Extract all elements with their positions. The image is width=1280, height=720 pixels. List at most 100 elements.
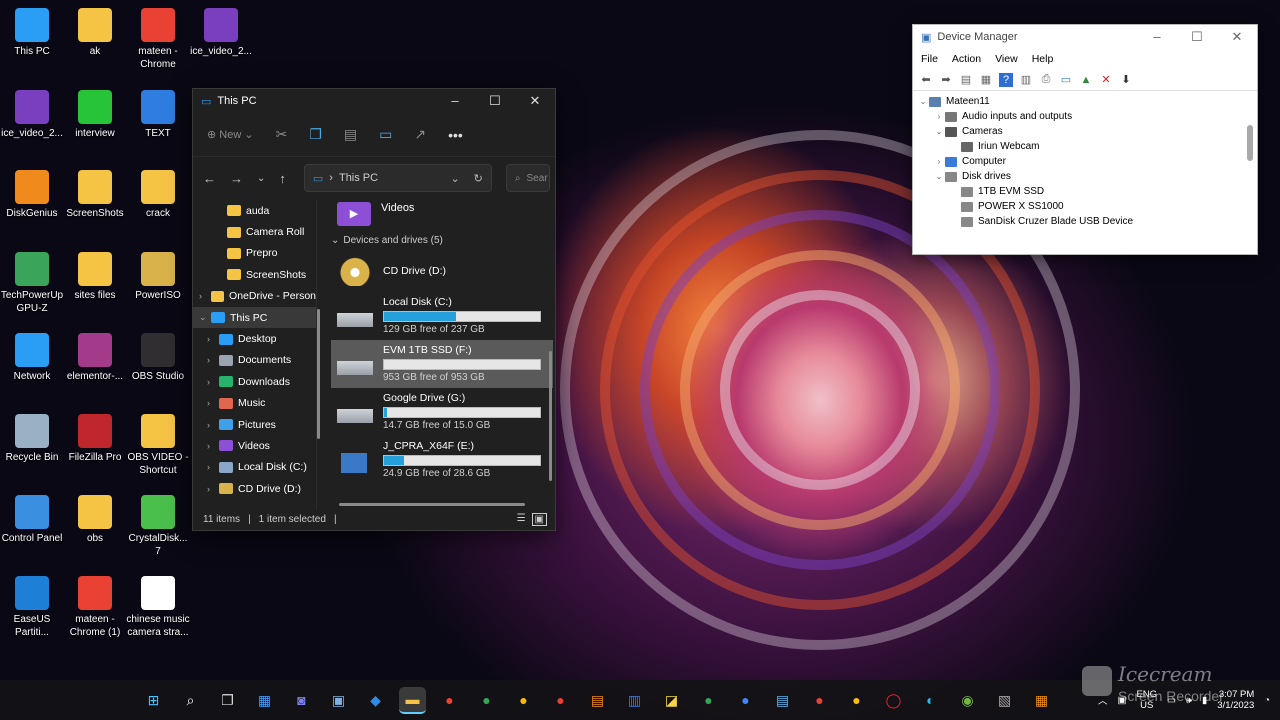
details-view-icon[interactable]: ☰ xyxy=(517,513,526,526)
nav-item[interactable]: › OneDrive - Person xyxy=(193,286,316,307)
file-explorer-window[interactable]: ▭ This PC – ☐ ✕ ⊕ New ⌄ ✂ ❐ ▤ ▭ ↗ ••• ← … xyxy=(192,88,556,531)
chrome-icon[interactable]: ● xyxy=(806,687,833,714)
address-bar[interactable]: ▭ › This PC ⌄ ↻ xyxy=(303,164,492,192)
device-manager-titlebar[interactable]: ▣ Device Manager – ☐ ✕ xyxy=(913,25,1257,49)
chevron-up-icon[interactable]: ︿ xyxy=(1098,693,1108,707)
recorder-icon[interactable]: ▣ xyxy=(1117,695,1126,706)
expand-toggle-icon[interactable]: ⌄ xyxy=(933,172,945,181)
forward-icon[interactable]: → xyxy=(230,171,243,186)
app-icon[interactable]: ▧ xyxy=(991,687,1018,714)
search-input[interactable]: ⌕ Sear xyxy=(505,164,550,192)
horizontal-scrollbar[interactable] xyxy=(339,503,525,506)
maximize-button[interactable]: ☐ xyxy=(1177,29,1217,45)
chrome-icon[interactable]: ● xyxy=(436,687,463,714)
back-icon[interactable]: ⬅ xyxy=(919,73,933,87)
desktop-icon[interactable]: mateen - Chrome (1) xyxy=(63,576,127,639)
nav-item[interactable]: › Downloads xyxy=(193,371,316,392)
device-tree-item[interactable]: 1TB EVM SSD xyxy=(913,184,1257,199)
desktop-icon[interactable]: ScreenShots xyxy=(63,170,127,220)
file-explorer-icon[interactable]: ▬ xyxy=(399,686,426,714)
desktop-icon[interactable]: crack xyxy=(126,170,190,220)
nav-item[interactable]: Camera Roll xyxy=(193,221,316,242)
expand-toggle-icon[interactable]: › xyxy=(933,112,945,121)
chevron-down-icon[interactable]: ⌄ xyxy=(450,172,459,185)
expand-toggle-icon[interactable]: › xyxy=(933,157,945,166)
chrome-icon[interactable]: ● xyxy=(843,687,870,714)
chevron-icon[interactable]: › xyxy=(207,377,219,387)
paste-icon[interactable]: ▤ xyxy=(344,126,357,143)
nav-item[interactable]: › Pictures xyxy=(193,414,316,435)
chevron-icon[interactable]: › xyxy=(207,398,219,408)
menu-item[interactable]: Help xyxy=(1032,53,1054,65)
device-tree-scrollbar[interactable] xyxy=(1247,107,1254,247)
navpane-scrollbar[interactable] xyxy=(317,309,320,439)
widgets-icon[interactable]: ▦ xyxy=(251,687,278,714)
desktop-icon[interactable]: This PC xyxy=(0,8,64,58)
notification-icon[interactable]: ◔ xyxy=(1264,695,1270,706)
app-icon[interactable]: ▤ xyxy=(584,687,611,714)
desktop-icon[interactable]: interview xyxy=(63,90,127,140)
volume-icon[interactable]: 🕪 xyxy=(1186,695,1192,706)
desktop-icon[interactable]: CrystalDisk... 7 xyxy=(126,495,190,558)
uninstall-icon[interactable]: ✕ xyxy=(1099,73,1113,87)
back-icon[interactable]: ← xyxy=(203,171,216,186)
close-button[interactable]: ✕ xyxy=(515,93,555,109)
clock[interactable]: 3:07 PM 3/1/2023 xyxy=(1217,689,1254,711)
edge-icon[interactable]: ◐ xyxy=(917,687,944,714)
utorrent-icon[interactable]: ◉ xyxy=(954,687,981,714)
explorer-titlebar[interactable]: ▭ This PC – ☐ ✕ xyxy=(193,89,555,113)
photos-icon[interactable]: ▣ xyxy=(325,687,352,714)
nav-item[interactable]: Prepro xyxy=(193,243,316,264)
device-tree-item[interactable]: Iriun Webcam xyxy=(913,139,1257,154)
update-driver-icon[interactable]: ▲ xyxy=(1079,73,1093,87)
chrome-icon[interactable]: ● xyxy=(510,687,537,714)
breadcrumb[interactable]: This PC xyxy=(339,172,378,184)
chat-icon[interactable]: ◙ xyxy=(288,687,315,714)
desktop-icon[interactable]: DiskGenius xyxy=(0,170,64,220)
share-icon[interactable]: ↗ xyxy=(414,126,426,143)
chevron-icon[interactable]: › xyxy=(207,484,219,494)
print-icon[interactable]: ⎙ xyxy=(1039,73,1053,87)
app-icon[interactable]: ▦ xyxy=(1028,687,1055,714)
videos-folder[interactable]: ▶ Videos xyxy=(331,200,553,230)
menu-item[interactable]: Action xyxy=(952,53,981,65)
desktop-icon[interactable]: sites files xyxy=(63,252,127,302)
nav-item[interactable]: ScreenShots xyxy=(193,264,316,285)
chevron-icon[interactable]: › xyxy=(199,291,211,301)
scan-hardware-icon[interactable]: ▭ xyxy=(1059,73,1073,87)
nav-item[interactable]: › Documents xyxy=(193,350,316,371)
desktop-icon[interactable]: chinese music camera stra... xyxy=(126,576,190,639)
menu-item[interactable]: File xyxy=(921,53,938,65)
nav-item[interactable]: › CD Drive (D:) xyxy=(193,478,316,499)
devices-group-header[interactable]: ⌄ Devices and drives (5) xyxy=(331,230,553,250)
desktop-icon[interactable]: OBS VIDEO - Shortcut xyxy=(126,414,190,477)
maximize-button[interactable]: ☐ xyxy=(475,93,515,109)
help-icon[interactable]: ? xyxy=(999,72,1013,87)
desktop-icon[interactable]: Control Panel xyxy=(0,495,64,545)
refresh-icon[interactable]: ↻ xyxy=(474,172,483,185)
scrollbar-thumb[interactable] xyxy=(1247,125,1253,161)
copy-icon[interactable]: ❐ xyxy=(309,126,322,143)
device-tree-item[interactable]: SanDisk Cruzer Blade USB Device xyxy=(913,214,1257,229)
drive-item[interactable]: J_CPRA_X64F (E:) 24.9 GB free of 28.6 GB xyxy=(331,436,553,484)
up-icon[interactable]: ↑ xyxy=(279,171,286,186)
more-icon[interactable]: ••• xyxy=(448,127,463,143)
chevron-icon[interactable]: › xyxy=(207,355,219,365)
device-tree[interactable]: ⌄ Mateen11 › Audio inputs and outputs ⌄ Camer… xyxy=(913,91,1257,251)
device-tree-item[interactable]: ⌄ Mateen11 xyxy=(913,94,1257,109)
menu-item[interactable]: View xyxy=(995,53,1018,65)
desktop-icon[interactable]: ice_video_2... xyxy=(189,8,253,58)
close-button[interactable]: ✕ xyxy=(1217,29,1257,45)
nav-item[interactable]: auda xyxy=(193,200,316,221)
chevron-icon[interactable]: › xyxy=(207,462,219,472)
desktop-icon[interactable]: Recycle Bin xyxy=(0,414,64,464)
rename-icon[interactable]: ▭ xyxy=(379,126,392,143)
start-icon[interactable]: ⊞ xyxy=(140,687,167,714)
nav-item[interactable]: › Desktop xyxy=(193,328,316,349)
minimize-button[interactable]: – xyxy=(1137,29,1177,45)
drive-item[interactable]: CD Drive (D:) xyxy=(331,250,553,292)
opera-icon[interactable]: ◯ xyxy=(880,687,907,714)
show-hidden-icon[interactable]: ▦ xyxy=(979,73,993,87)
notepad-icon[interactable]: ▤ xyxy=(769,687,796,714)
chrome-icon[interactable]: ● xyxy=(473,687,500,714)
